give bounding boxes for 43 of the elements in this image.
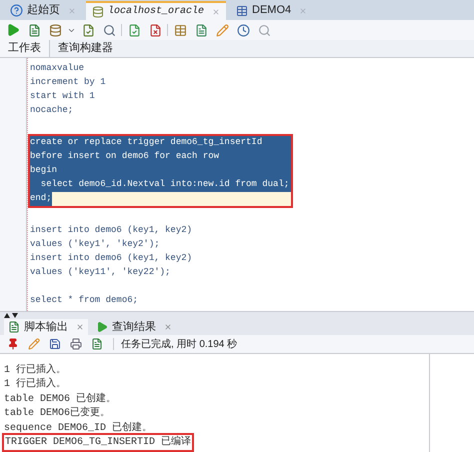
code-line: nomaxvalue	[30, 62, 84, 76]
rollback-icon	[148, 24, 162, 36]
document-tab[interactable]: DEMO4	[230, 1, 314, 20]
table-icon	[174, 24, 186, 36]
code-line: start with 1	[30, 90, 95, 104]
output-line: 1 行已插入。	[4, 362, 66, 378]
code-line: values ('key1', 'key2');	[30, 238, 160, 252]
code-line: nocache;	[30, 104, 74, 118]
table-icon	[236, 4, 248, 16]
search-icon	[102, 24, 116, 36]
code-line: values ('key11', 'key22');	[30, 266, 170, 280]
worksheet-tab[interactable]: 查询构建器	[50, 40, 121, 57]
worksheet-tab[interactable]: 工作表	[0, 40, 50, 57]
document-icon	[8, 321, 20, 333]
commit-icon	[82, 24, 94, 36]
code-line: insert into demo6 (key1, key2)	[30, 224, 192, 238]
play-icon	[96, 321, 108, 333]
save-icon	[49, 338, 61, 350]
script-icon	[91, 338, 103, 350]
splitter-arrows-icon[interactable]	[4, 312, 18, 318]
document-tab[interactable]: 起始页	[4, 1, 82, 20]
output-tab[interactable]: 查询结果	[92, 319, 176, 335]
close-icon[interactable]	[76, 323, 84, 331]
database-icon	[92, 6, 104, 18]
run-script-icon	[28, 24, 40, 36]
pin-icon	[7, 338, 19, 350]
check-icon	[128, 24, 140, 36]
run-icon	[6, 23, 20, 37]
output-tab[interactable]: 脚本输出	[4, 319, 88, 335]
code-line: increment by 1	[30, 76, 106, 90]
output-line: table DEMO6已变更。	[4, 406, 110, 422]
close-icon[interactable]	[164, 323, 172, 331]
code-line: select * from demo6;	[30, 294, 138, 308]
output-line: sequence DEMO6_ID 已创建。	[4, 420, 152, 436]
code-line: insert into demo6 (key1, key2)	[30, 252, 192, 266]
document-tab[interactable]: localhost_oracle	[86, 1, 226, 20]
status-text: 任务已完成, 用时 0.194 秒	[121, 338, 238, 352]
print-icon	[70, 338, 82, 350]
help-icon	[10, 4, 23, 17]
output-line: table DEMO6 已创建。	[4, 392, 116, 406]
output-line: 1 行已插入。	[4, 377, 66, 392]
database-icon	[48, 24, 62, 36]
history-icon	[236, 24, 250, 36]
